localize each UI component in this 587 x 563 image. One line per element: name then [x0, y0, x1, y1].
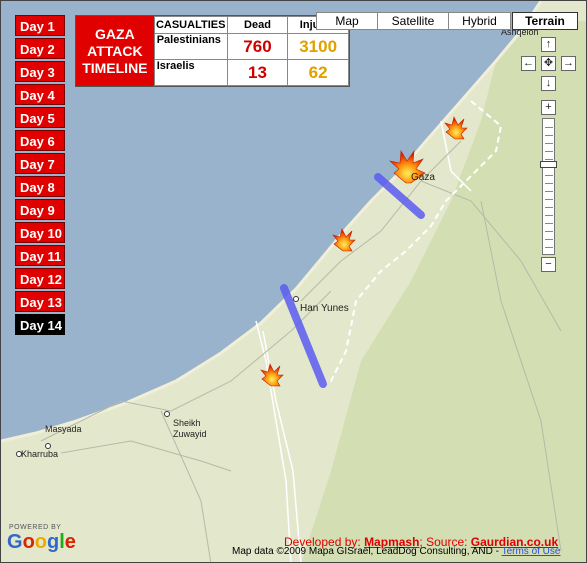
panel-title: GAZA ATTACK TIMELINE [76, 16, 154, 86]
zoom-in-button[interactable]: + [541, 100, 556, 115]
day-button-4[interactable]: Day 4 [15, 84, 65, 105]
place-label-masyada: Masyada [45, 424, 82, 434]
place-label-sheikh: Sheikh [173, 418, 201, 428]
day-button-6[interactable]: Day 6 [15, 130, 65, 151]
map-frame[interactable]: Gaza Han Yunes Sheikh Zuwayid Masyada Kh… [0, 0, 587, 563]
map-type-satellite-button[interactable]: Satellite [377, 12, 449, 30]
day-button-2[interactable]: Day 2 [15, 38, 65, 59]
google-logo[interactable]: Google [7, 531, 76, 554]
day-button-9[interactable]: Day 9 [15, 199, 65, 220]
pan-down-button[interactable]: ↓ [541, 76, 556, 91]
panel-title-line-3: TIMELINE [82, 59, 148, 76]
map-type-terrain-button[interactable]: Terrain [512, 12, 578, 30]
row-label-israelis: Israelis [153, 59, 228, 86]
day-button-10[interactable]: Day 10 [15, 222, 65, 243]
zoom-slider-thumb[interactable] [540, 161, 557, 168]
terms-of-use-link[interactable]: Terms of Use [502, 546, 561, 557]
day-button-7[interactable]: Day 7 [15, 153, 65, 174]
palestinians-dead: 760 [226, 33, 289, 60]
pan-right-button[interactable]: → [561, 56, 576, 71]
place-label-han-yunes: Han Yunes [300, 303, 349, 314]
header-dead: Dead [226, 16, 289, 34]
han-yunes-marker [293, 296, 299, 302]
casualties-panel: GAZA ATTACK TIMELINE CASUALTIES Dead Inj… [75, 15, 350, 87]
zoom-slider-track[interactable] [542, 118, 555, 255]
map-data-label: Map data ©2009 Mapa GISrael, LeadDog Con… [232, 546, 502, 557]
powered-by-label: POWERED BY [9, 524, 62, 531]
day-list: Day 1 Day 2 Day 3 Day 4 Day 5 Day 6 Day … [15, 15, 65, 337]
palestinians-injured: 3100 [287, 33, 349, 60]
day-button-1[interactable]: Day 1 [15, 15, 65, 36]
map-data-attribution: Map data ©2009 Mapa GISrael, LeadDog Con… [232, 546, 560, 557]
day-button-12[interactable]: Day 12 [15, 268, 65, 289]
day-button-14[interactable]: Day 14 [15, 314, 65, 335]
day-button-11[interactable]: Day 11 [15, 245, 65, 266]
map-type-hybrid-button[interactable]: Hybrid [448, 12, 511, 30]
place-label-kharruba: Kharruba [21, 449, 59, 459]
place-label-gaza: Gaza [411, 172, 435, 183]
israelis-dead: 13 [226, 59, 289, 86]
zoom-out-button[interactable]: − [541, 257, 556, 272]
row-label-palestinians: Palestinians [153, 33, 228, 60]
day-button-3[interactable]: Day 3 [15, 61, 65, 82]
masyada-marker [45, 443, 51, 449]
map-type-map-button[interactable]: Map [316, 12, 378, 30]
place-label-zuwayid: Zuwayid [173, 429, 207, 439]
day-button-13[interactable]: Day 13 [15, 291, 65, 312]
sheikh-zuwayid-marker [164, 411, 170, 417]
pan-up-button[interactable]: ↑ [541, 37, 556, 52]
panel-title-line-1: GAZA [95, 25, 135, 42]
israelis-injured: 62 [287, 59, 349, 86]
pan-center-button[interactable]: ✥ [541, 56, 556, 71]
pan-left-button[interactable]: ← [521, 56, 536, 71]
panel-title-line-2: ATTACK [87, 42, 143, 59]
day-button-5[interactable]: Day 5 [15, 107, 65, 128]
header-casualties: CASUALTIES [153, 16, 228, 34]
day-button-8[interactable]: Day 8 [15, 176, 65, 197]
